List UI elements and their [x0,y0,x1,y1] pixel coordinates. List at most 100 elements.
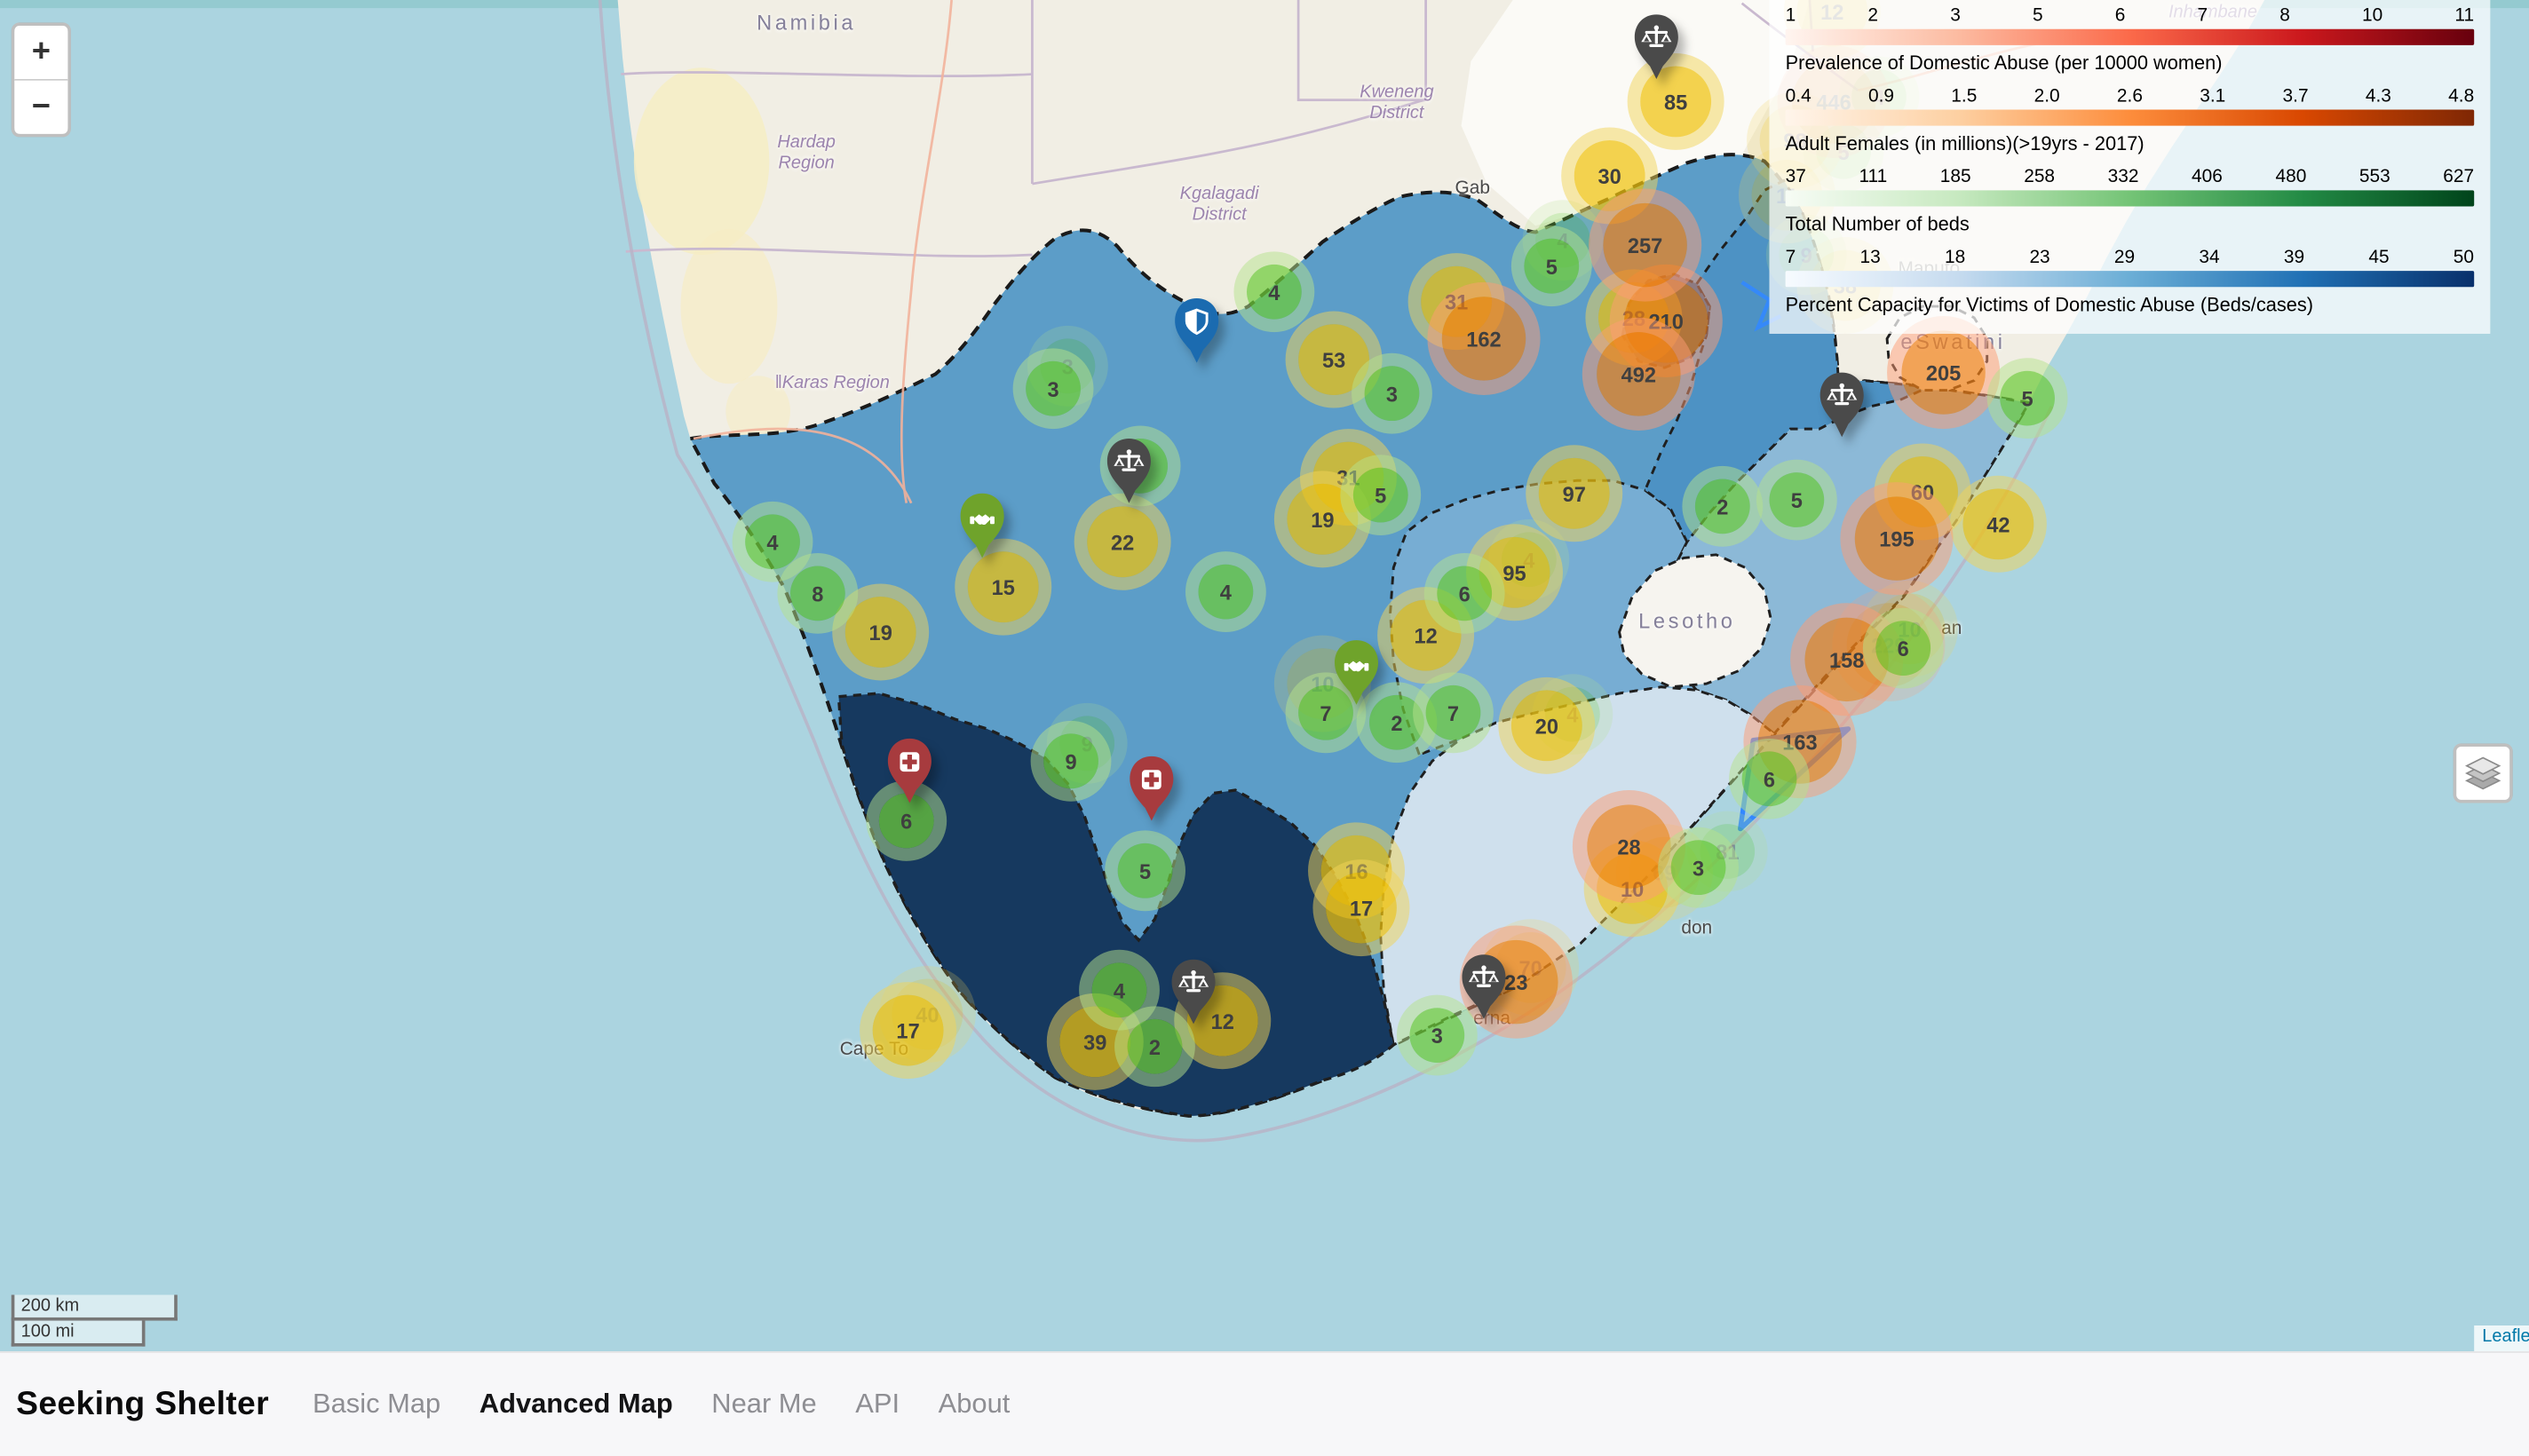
cluster-marker[interactable]: 4 [1092,962,1147,1017]
legend-tick: 258 [2024,166,2055,190]
nav-link-about[interactable]: About [939,1389,1011,1420]
cluster-marker[interactable]: 5 [1769,472,1824,527]
legend-tick: 6 [2115,4,2126,28]
legend-group-3: 71318232934394550Percent Capacity for Vi… [1786,247,2475,316]
leaflet-map[interactable]: NamibiaHardap RegionǁKaras RegionKweneng… [0,0,2529,1351]
cluster-marker[interactable]: 8 [790,566,845,621]
map-legend: 12356781011Prevalence of Domestic Abuse … [1769,0,2490,334]
cluster-marker[interactable]: 5 [1353,468,1408,523]
cluster-marker[interactable]: 97 [1539,458,1610,529]
legend-group-1: 0.40.91.52.02.63.13.74.34.8Adult Females… [1786,85,2475,154]
scales-pin[interactable] [1169,958,1217,1025]
handshake-pin[interactable] [958,492,1006,559]
nav-link-near-me[interactable]: Near Me [711,1389,816,1420]
cluster-marker[interactable]: 4 [1247,265,1302,320]
shield-pin[interactable] [1172,297,1220,364]
legend-ticks: 12356781011 [1786,4,2475,28]
cluster-marker[interactable]: 3 [1365,366,1420,421]
legend-tick: 480 [2275,166,2306,190]
leaflet-attribution-link[interactable]: Leaflet [2482,1327,2529,1347]
nav-link-advanced-map[interactable]: Advanced Map [480,1389,673,1420]
cluster-marker[interactable]: 17 [1326,873,1397,944]
legend-gradient-bar [1786,271,2475,287]
cluster-marker[interactable]: 162 [1442,297,1526,380]
cluster-marker[interactable]: 6 [1437,566,1492,621]
legend-caption: Adult Females (in millions)(>19yrs - 201… [1786,132,2475,154]
cluster-marker[interactable]: 492 [1597,332,1680,415]
cluster-marker[interactable]: 205 [1901,330,1985,414]
cluster-marker[interactable]: 257 [1603,203,1686,287]
cross-icon [900,752,919,772]
cluster-marker[interactable]: 9 [1043,733,1098,788]
cluster-marker[interactable]: 6 [1875,621,1930,676]
legend-tick: 18 [1945,247,1965,271]
cluster-marker[interactable]: 158 [1804,618,1888,701]
cluster-marker[interactable]: 7 [1426,685,1481,740]
legend-tick: 1.5 [1951,85,1977,109]
cluster-marker[interactable]: 5 [1118,843,1173,898]
legend-tick: 2.6 [2117,85,2143,109]
cluster-marker[interactable]: 17 [873,995,944,1066]
zoom-in-button[interactable]: + [14,26,67,81]
cluster-marker[interactable]: 3 [1671,840,1726,895]
handshake-pin[interactable] [1332,638,1380,706]
legend-tick: 2 [1867,4,1878,28]
nav-link-basic-map[interactable]: Basic Map [313,1389,440,1420]
legend-tick: 0.9 [1868,85,1894,109]
nav-link-api[interactable]: API [855,1389,900,1420]
scales-pin[interactable] [1818,371,1866,439]
legend-group-0: 12356781011Prevalence of Domestic Abuse … [1786,4,2475,74]
cross-pin[interactable] [885,737,933,804]
cluster-marker[interactable]: 6 [1742,751,1797,806]
cluster-marker[interactable]: 3 [1026,361,1081,416]
cluster-marker[interactable]: 3 [1409,1008,1464,1063]
scales-pin[interactable] [1460,953,1508,1020]
cross-pin[interactable] [1128,755,1176,822]
legend-ticks: 37111185258332406480553627 [1786,166,2475,190]
legend-gradient-bar [1786,190,2475,206]
cluster-marker[interactable]: 4 [1199,565,1254,620]
scale-mi: 100 mi [12,1321,146,1347]
cluster-marker[interactable]: 5 [2000,371,2055,426]
legend-tick: 553 [2359,166,2390,190]
app-brand[interactable]: Seeking Shelter [16,1385,269,1424]
legend-tick: 3.7 [2283,85,2309,109]
legend-tick: 0.4 [1786,85,1812,109]
legend-caption: Total Number of beds [1786,213,2475,235]
legend-tick: 3.1 [2200,85,2225,109]
legend-caption: Prevalence of Domestic Abuse (per 10000 … [1786,51,2475,74]
zoom-control: + − [12,22,71,137]
cluster-marker[interactable]: 28 [1587,804,1670,888]
desert-patch [680,229,777,384]
legend-tick: 29 [2114,247,2135,271]
zoom-out-button[interactable]: − [14,81,67,134]
scales-pin[interactable] [1105,437,1153,504]
legend-tick: 34 [2199,247,2219,271]
cluster-marker[interactable]: 22 [1087,506,1158,577]
cluster-marker[interactable]: 15 [968,551,1039,622]
cluster-marker[interactable]: 2 [1128,1019,1183,1074]
scales-pin[interactable] [1632,13,1680,81]
cluster-marker[interactable]: 30 [1574,140,1645,211]
legend-tick: 1 [1786,4,1796,28]
legend-tick: 10 [2362,4,2382,28]
cluster-marker[interactable]: 4 [745,514,800,569]
cluster-marker[interactable]: 19 [845,597,916,668]
cluster-marker[interactable]: 2 [1695,479,1750,534]
scale-control: 200 km 100 mi [12,1294,178,1346]
legend-tick: 11 [2454,4,2474,28]
layers-control[interactable] [2454,743,2513,803]
cross-icon [1142,770,1161,789]
cluster-marker[interactable]: 20 [1511,690,1582,761]
cluster-marker[interactable]: 19 [1287,484,1358,555]
seeking-shelter-app: NamibiaHardap RegionǁKaras RegionKweneng… [0,0,2529,1456]
cluster-marker[interactable]: 53 [1298,324,1369,395]
legend-tick: 4.3 [2366,85,2391,109]
legend-tick: 23 [2029,247,2049,271]
cluster-marker[interactable]: 42 [1962,488,2034,559]
legend-tick: 50 [2454,247,2474,271]
legend-tick: 3 [1950,4,1961,28]
cluster-marker[interactable]: 195 [1855,496,1938,580]
cluster-marker[interactable]: 5 [1524,239,1579,294]
legend-tick: 7 [1786,247,1796,271]
